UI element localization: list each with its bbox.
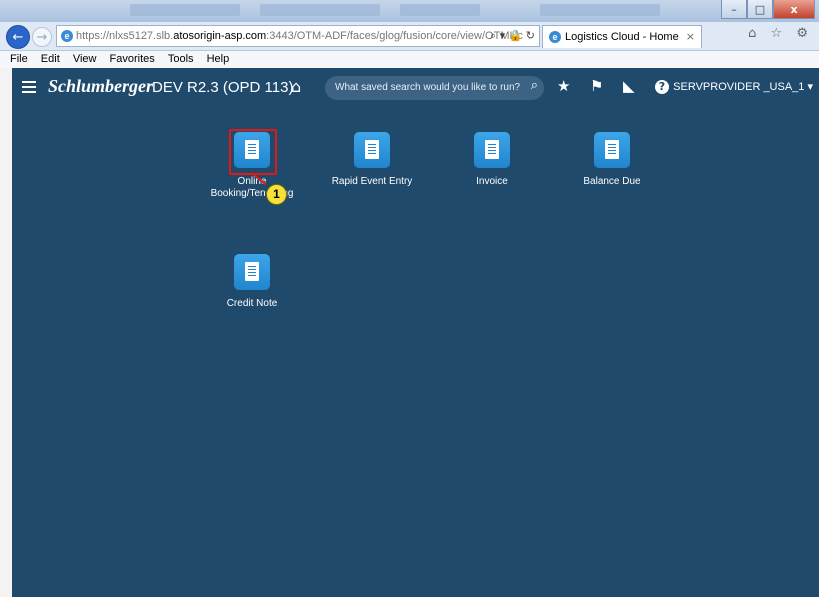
tile-credit-note[interactable]: Credit Note: [192, 254, 312, 310]
minimize-button[interactable]: –: [721, 0, 747, 19]
menu-bar: File Edit View Favorites Tools Help: [0, 51, 819, 69]
blurred-title: [400, 4, 480, 16]
url-prefix: https://nlxs5127.slb.: [76, 30, 174, 42]
close-window-button[interactable]: x: [773, 0, 815, 19]
browser-toolbar: ← → e https://nlxs5127.slb.atosorigin-asp…: [0, 22, 819, 51]
hamburger-menu-icon[interactable]: [22, 81, 36, 96]
menu-edit[interactable]: Edit: [41, 53, 60, 65]
tile-balance-due[interactable]: Balance Due: [552, 132, 672, 188]
tile-invoice[interactable]: Invoice: [432, 132, 552, 188]
menu-favorites[interactable]: Favorites: [110, 53, 155, 65]
menu-help[interactable]: Help: [207, 53, 230, 65]
brand-logo: Schlumberger: [48, 76, 154, 96]
menu-tools[interactable]: Tools: [168, 53, 194, 65]
document-icon: [594, 132, 630, 168]
notifications-bell-icon[interactable]: ◣: [623, 77, 635, 95]
tab-title: Logistics Cloud - Home: [565, 31, 679, 43]
arrow-right-icon: →: [36, 29, 48, 45]
user-menu[interactable]: SERVPROVIDER _USA_1 ▾: [673, 80, 813, 93]
tile-label: Invoice: [476, 176, 508, 187]
blurred-title: [260, 4, 380, 16]
forward-button[interactable]: →: [32, 27, 52, 47]
tile-label: Credit Note: [226, 298, 278, 309]
help-icon[interactable]: ?: [655, 80, 669, 94]
document-icon: [234, 254, 270, 290]
browser-tab[interactable]: e Logistics Cloud - Home ×: [542, 25, 702, 48]
document-icon: [354, 132, 390, 168]
blurred-title: [540, 4, 660, 16]
window-controls: – □ x: [721, 0, 815, 19]
app-container: Schlumberger DEV R2.3 (OPD 113) ⌂ What s…: [12, 68, 819, 597]
flag-icon[interactable]: ⚑: [590, 77, 603, 95]
ie-icon: e: [61, 30, 73, 43]
back-button[interactable]: ←: [6, 25, 30, 49]
tile-label: Online Booking/Tendering: [210, 176, 294, 199]
highlight-box: [229, 129, 277, 175]
url-path: :3443/OTM-ADF/faces/glog/fusion/core/vie…: [266, 30, 523, 42]
saved-search-field[interactable]: What saved search would you like to run?…: [325, 76, 544, 100]
browser-tools-icons[interactable]: ⌂ ☆ ⚙: [748, 26, 813, 41]
app-header: Schlumberger DEV R2.3 (OPD 113) ⌂ What s…: [12, 68, 819, 106]
menu-view[interactable]: View: [73, 53, 97, 65]
arrow-left-icon: ←: [12, 29, 24, 45]
step-callout: 1: [266, 184, 287, 205]
close-tab-icon[interactable]: ×: [686, 26, 695, 48]
window-title-bar: – □ x: [0, 0, 819, 23]
menu-file[interactable]: File: [10, 53, 28, 65]
home-icon[interactable]: ⌂: [291, 77, 301, 96]
search-icon[interactable]: ⌕: [531, 78, 538, 93]
url-host: atosorigin-asp.com: [173, 30, 267, 42]
address-tools-icon[interactable]: ⌕ ▾ 🔒 ↻: [490, 26, 535, 46]
favorites-star-icon[interactable]: ★: [557, 77, 570, 95]
ie-icon: e: [549, 31, 561, 44]
blurred-title: [130, 4, 240, 16]
address-bar[interactable]: e https://nlxs5127.slb.atosorigin-asp.com…: [56, 25, 540, 47]
tile-label: Rapid Event Entry: [331, 176, 413, 187]
tile-rapid-event-entry[interactable]: Rapid Event Entry: [312, 132, 432, 188]
search-placeholder: What saved search would you like to run?: [335, 82, 521, 93]
environment-label: DEV R2.3 (OPD 113): [152, 79, 294, 96]
tile-label: Balance Due: [583, 176, 641, 187]
maximize-button[interactable]: □: [747, 0, 773, 19]
document-icon: [474, 132, 510, 168]
